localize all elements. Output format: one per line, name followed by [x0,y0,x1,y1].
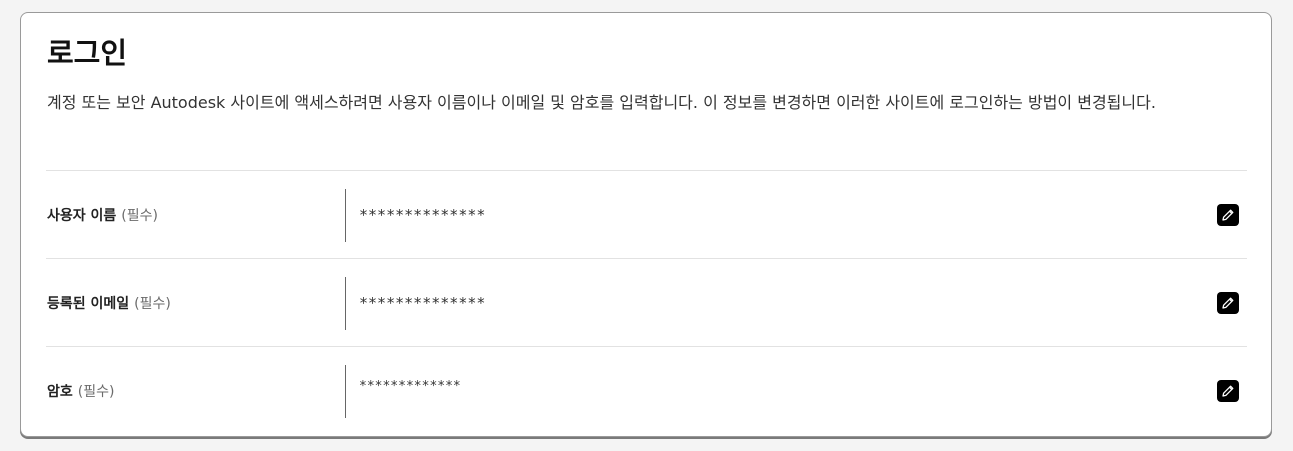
username-label: 사용자 이름 [47,207,117,224]
edit-password-button[interactable] [1217,380,1239,402]
divider [345,189,346,242]
field-row-email: 등록된 이메일 (필수) ************** [46,258,1247,346]
password-label: 암호 [47,384,73,400]
required-hint: (필수) [134,295,171,312]
field-row-username: 사용자 이름 (필수) ************** [46,170,1247,258]
field-label: 암호 (필수) [47,347,114,435]
pencil-icon [1222,297,1234,309]
email-label: 등록된 이메일 [47,295,130,312]
required-hint: (필수) [77,384,115,400]
edit-username-button[interactable] [1217,203,1239,226]
section-title: 로그인 [47,36,128,70]
field-label: 사용자 이름 (필수) [47,171,158,258]
required-hint: (필수) [121,207,158,224]
login-card: 로그인 계정 또는 보안 Autodesk 사이트에 액세스하려면 사용자 이름… [20,12,1272,437]
pencil-icon [1222,209,1234,221]
edit-email-button[interactable] [1217,291,1239,314]
email-value: ************** [359,293,486,312]
field-label: 등록된 이메일 (필수) [47,259,171,346]
password-value: ************* [359,379,461,394]
divider [345,365,346,418]
field-row-password: 암호 (필수) ************* [46,346,1247,435]
section-description: 계정 또는 보안 Autodesk 사이트에 액세스하려면 사용자 이름이나 이… [47,93,1156,112]
login-fields: 사용자 이름 (필수) ************** 등록된 이메일 (필수) … [46,170,1247,435]
username-value: ************** [359,205,486,224]
pencil-icon [1222,385,1234,397]
divider [345,277,346,330]
